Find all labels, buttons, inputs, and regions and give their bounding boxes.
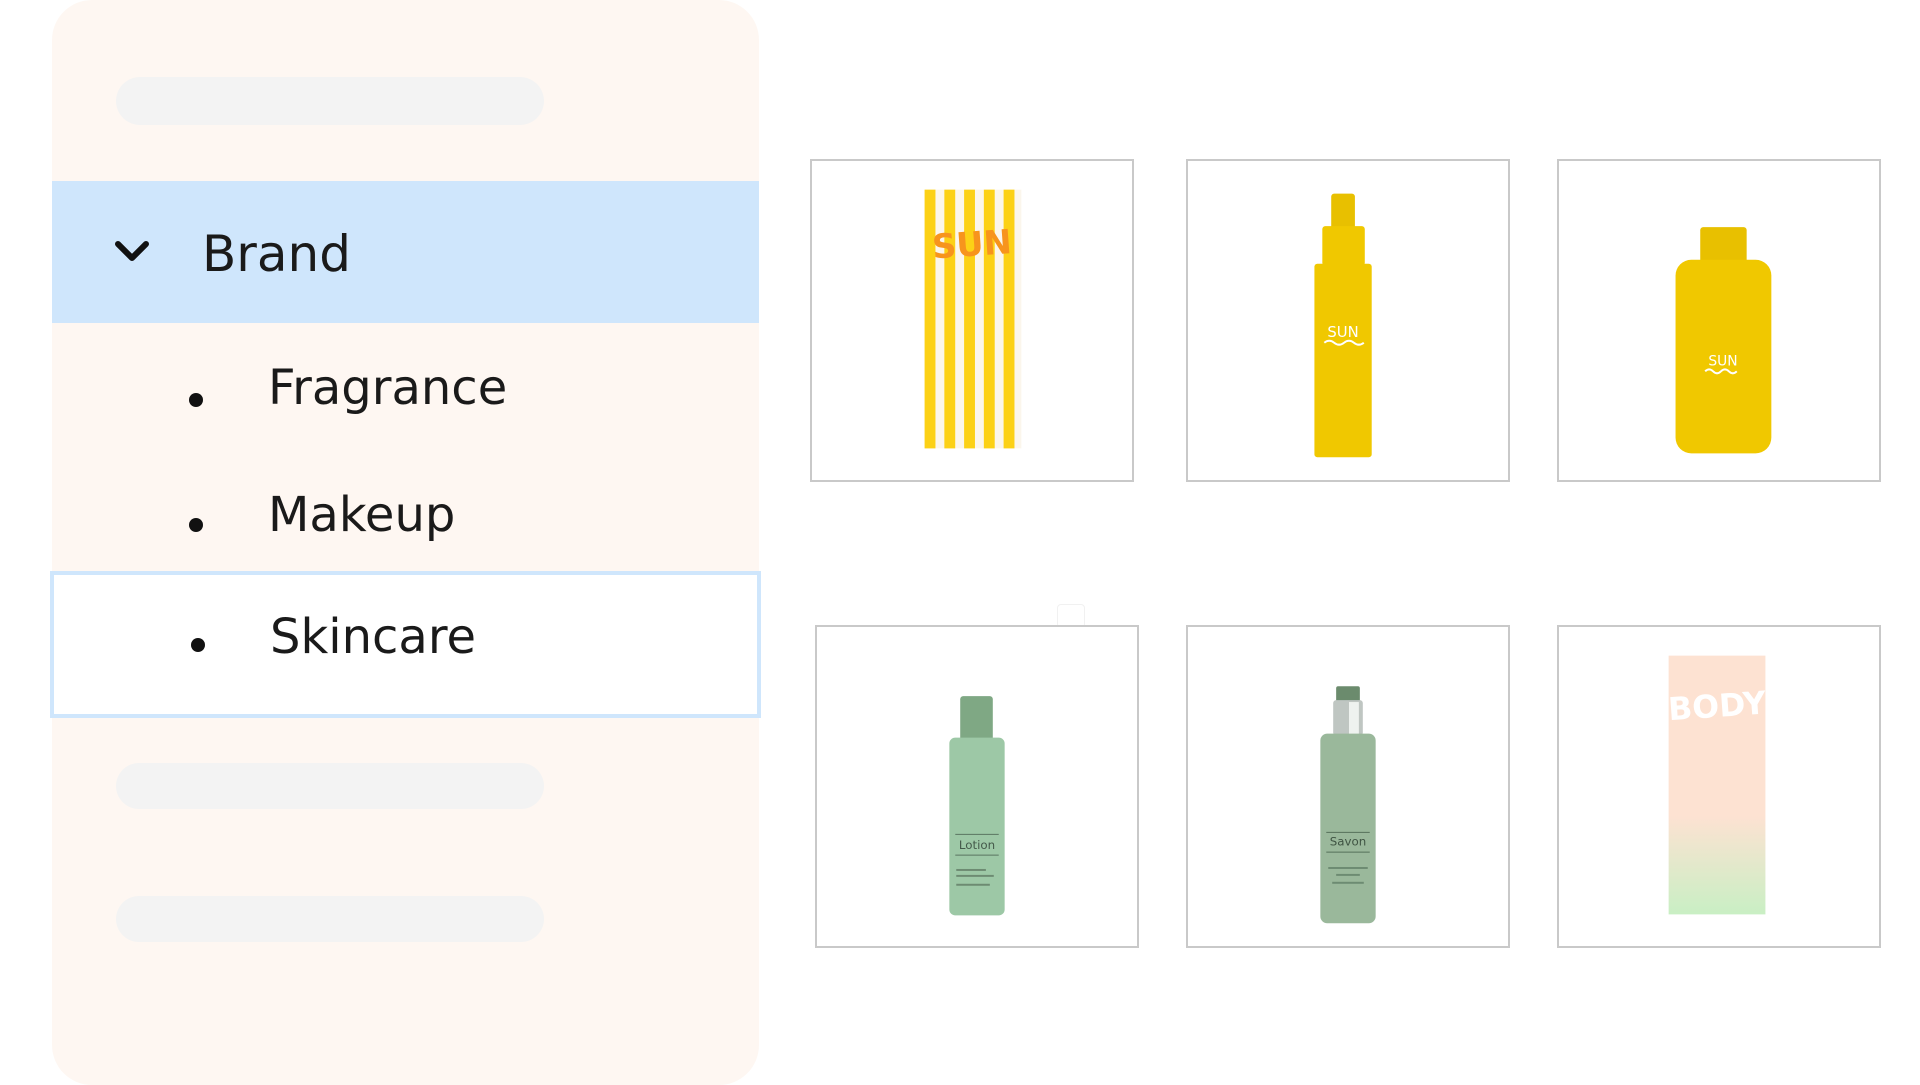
bottle-label-text: SUN: [1327, 324, 1358, 341]
product-card-body-towel[interactable]: BODY: [1557, 625, 1881, 948]
chevron-down-icon[interactable]: [114, 234, 150, 270]
bottle-label-text: Lotion: [959, 838, 995, 852]
bottle-label-text: SUN: [1708, 353, 1737, 369]
placeholder-bar: [116, 763, 544, 809]
bullet-icon: [189, 518, 203, 532]
bottle-label-text: Savon: [1330, 834, 1367, 848]
product-card-sun-towel[interactable]: SUN: [810, 159, 1134, 482]
product-card-sun-lotion[interactable]: SUN: [1557, 159, 1881, 482]
towel-image: BODY: [1667, 655, 1768, 915]
product-card-lotion[interactable]: Lotion: [815, 625, 1139, 948]
sidebar-item-skincare[interactable]: Skincare: [50, 571, 761, 718]
towel-image: SUN: [924, 189, 1022, 449]
category-sidebar: Brand Fragrance Makeup Skincare: [50, 0, 761, 1085]
lotion-bottle-image: SUN: [1675, 227, 1772, 454]
towel-brand-text: SUN: [931, 222, 1013, 266]
bullet-icon: [191, 638, 205, 652]
placeholder-bar-top: [116, 77, 544, 125]
product-card-savon[interactable]: Savon: [1186, 625, 1510, 948]
sidebar-item-fragrance[interactable]: Fragrance: [52, 328, 759, 456]
sidebar-item-label: Fragrance: [268, 360, 508, 416]
towel-brand-text: BODY: [1667, 685, 1768, 728]
bullet-icon: [189, 393, 203, 407]
sidebar-item-makeup[interactable]: Makeup: [52, 455, 759, 583]
sidebar-item-label: Makeup: [268, 487, 456, 543]
pump-bottle-image: Savon: [1320, 686, 1376, 924]
category-group-label: Brand: [202, 225, 351, 283]
spray-bottle-image: SUN: [1314, 193, 1372, 458]
category-group-brand[interactable]: Brand: [52, 181, 759, 323]
product-card-sun-spray[interactable]: SUN: [1186, 159, 1510, 482]
lotion-bottle-image: Lotion: [949, 696, 1005, 916]
sidebar-item-label: Skincare: [270, 609, 477, 665]
placeholder-bar: [116, 896, 544, 942]
